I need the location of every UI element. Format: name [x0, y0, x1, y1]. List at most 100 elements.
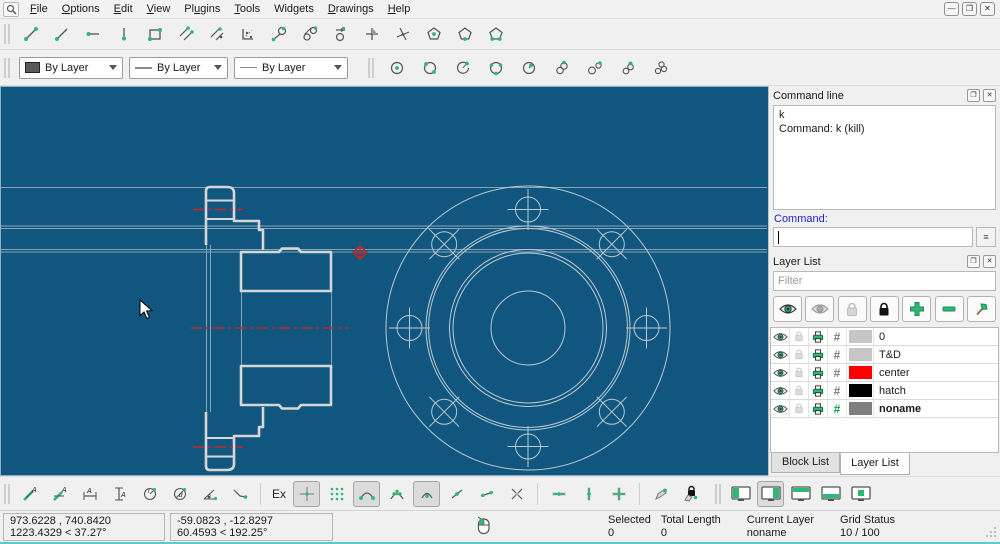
- line-relative-angle-button[interactable]: [389, 21, 416, 47]
- line-orthogonal-button[interactable]: [358, 21, 385, 47]
- dock-right-button[interactable]: [757, 480, 785, 507]
- set-relative-zero-button[interactable]: [647, 481, 674, 507]
- layer-print-icon[interactable]: [809, 364, 828, 381]
- circle-two-points-button[interactable]: [416, 55, 443, 81]
- layer-name[interactable]: noname: [874, 403, 998, 415]
- dock-top-button[interactable]: [787, 481, 814, 507]
- line-rectangle-button[interactable]: [141, 21, 168, 47]
- restrict-horizontal-button[interactable]: [545, 481, 572, 507]
- add-layer-button[interactable]: [902, 296, 932, 322]
- circle-inscribed-button[interactable]: [548, 55, 575, 81]
- line-tangent-two-circles-button[interactable]: [296, 21, 323, 47]
- dim-horizontal-button[interactable]: A: [76, 481, 103, 507]
- dim-linear-button[interactable]: A: [46, 481, 73, 507]
- circle-tangent-two-circles-button[interactable]: [614, 55, 641, 81]
- snap-free-button[interactable]: [293, 480, 321, 507]
- layer-row[interactable]: # 0: [771, 328, 998, 346]
- menu-edit[interactable]: Edit: [107, 1, 140, 18]
- layer-visible-icon[interactable]: [771, 382, 790, 399]
- polygon-two-corners-button[interactable]: [482, 21, 509, 47]
- layer-row-current[interactable]: # noname: [771, 400, 998, 418]
- layer-lock-icon[interactable]: [790, 364, 809, 381]
- layer-filter-input[interactable]: Filter: [773, 271, 996, 291]
- circle-tangent-three-circles-button[interactable]: [647, 55, 674, 81]
- command-history[interactable]: k Command: k (kill): [773, 105, 996, 210]
- snap-middle-button[interactable]: [443, 481, 470, 507]
- command-options-button[interactable]: ≡: [976, 227, 996, 247]
- restrict-vertical-button[interactable]: [575, 481, 602, 507]
- layer-row[interactable]: # T&D: [771, 346, 998, 364]
- layer-construction-icon[interactable]: #: [828, 382, 847, 399]
- line-tangent-point-button[interactable]: [265, 21, 292, 47]
- dim-leader-button[interactable]: [226, 481, 253, 507]
- color-combobox[interactable]: By Layer: [19, 56, 123, 79]
- layer-visible-icon[interactable]: [771, 400, 790, 417]
- layer-color-cell[interactable]: [847, 346, 874, 363]
- layer-lock-icon[interactable]: [790, 346, 809, 363]
- layer-construction-icon[interactable]: #: [828, 400, 847, 417]
- menu-options[interactable]: Options: [55, 1, 107, 18]
- polygon-center-corner-button[interactable]: [420, 21, 447, 47]
- layer-visible-icon[interactable]: [771, 346, 790, 363]
- menu-drawings[interactable]: Drawings: [321, 1, 381, 18]
- layer-construction-icon[interactable]: #: [828, 328, 847, 345]
- circle-center-point-button[interactable]: [383, 55, 410, 81]
- modify-layer-button[interactable]: [966, 296, 996, 322]
- layer-print-icon[interactable]: [809, 328, 828, 345]
- menu-plugins[interactable]: Plugins: [177, 1, 227, 18]
- dock-floating-button[interactable]: [847, 481, 874, 507]
- menu-tools[interactable]: Tools: [227, 1, 267, 18]
- dim-angular-button[interactable]: a: [196, 481, 223, 507]
- layer-lock-icon[interactable]: [790, 382, 809, 399]
- menu-file[interactable]: File: [23, 1, 55, 18]
- snap-distance-button[interactable]: [473, 481, 500, 507]
- tab-block-list[interactable]: Block List: [771, 453, 841, 473]
- document-magnifier-icon[interactable]: [3, 1, 19, 17]
- remove-layer-button[interactable]: [934, 296, 964, 322]
- menu-view[interactable]: View: [140, 1, 178, 18]
- line-width-combobox[interactable]: By Layer: [129, 56, 228, 79]
- layer-print-icon[interactable]: [809, 346, 828, 363]
- menu-widgets[interactable]: Widgets: [267, 1, 321, 18]
- mdi-minimize-button[interactable]: —: [944, 2, 959, 16]
- toolbar-grip[interactable]: [4, 24, 11, 44]
- layer-name[interactable]: center: [874, 367, 998, 379]
- line-parallel-button[interactable]: [172, 21, 199, 47]
- close-dock-icon[interactable]: ✕: [983, 255, 996, 268]
- line-vertical-button[interactable]: [110, 21, 137, 47]
- line-parallel-point-button[interactable]: [203, 21, 230, 47]
- float-dock-icon[interactable]: ❐: [967, 255, 980, 268]
- circle-center-radius-button[interactable]: [515, 55, 542, 81]
- layer-row[interactable]: # hatch: [771, 382, 998, 400]
- layer-name[interactable]: 0: [874, 331, 998, 343]
- circle-tangent-two-circles-radius-button[interactable]: [581, 55, 608, 81]
- layer-color-cell[interactable]: [847, 364, 874, 381]
- dim-aligned-button[interactable]: A: [16, 481, 43, 507]
- lock-all-layers-button[interactable]: [869, 296, 899, 322]
- dock-bottom-button[interactable]: [817, 481, 844, 507]
- toolbar-grip[interactable]: [368, 57, 375, 78]
- layer-construction-icon[interactable]: #: [828, 346, 847, 363]
- dock-left-button[interactable]: [727, 481, 754, 507]
- layer-construction-icon[interactable]: #: [828, 364, 847, 381]
- polygon-center-tangent-button[interactable]: [451, 21, 478, 47]
- menu-help[interactable]: Help: [381, 1, 418, 18]
- line-bisector-button[interactable]: [234, 21, 261, 47]
- layer-visible-icon[interactable]: [771, 328, 790, 345]
- line-horizontal-button[interactable]: [79, 21, 106, 47]
- close-dock-icon[interactable]: ✕: [983, 89, 996, 102]
- dim-radial-button[interactable]: r: [136, 481, 163, 507]
- size-grip[interactable]: [985, 526, 997, 541]
- tab-layer-list[interactable]: Layer List: [840, 453, 910, 475]
- layer-print-icon[interactable]: [809, 382, 828, 399]
- toolbar-grip[interactable]: [4, 483, 11, 504]
- line-type-combobox[interactable]: By Layer: [234, 56, 348, 79]
- layer-row[interactable]: # center: [771, 364, 998, 382]
- mdi-restore-button[interactable]: ❐: [962, 2, 977, 16]
- circle-two-points-radius-button[interactable]: [449, 55, 476, 81]
- command-input[interactable]: [773, 227, 973, 247]
- layer-print-icon[interactable]: [809, 400, 828, 417]
- layer-color-cell[interactable]: [847, 382, 874, 399]
- layer-lock-icon[interactable]: [790, 328, 809, 345]
- toolbar-grip[interactable]: [4, 57, 11, 78]
